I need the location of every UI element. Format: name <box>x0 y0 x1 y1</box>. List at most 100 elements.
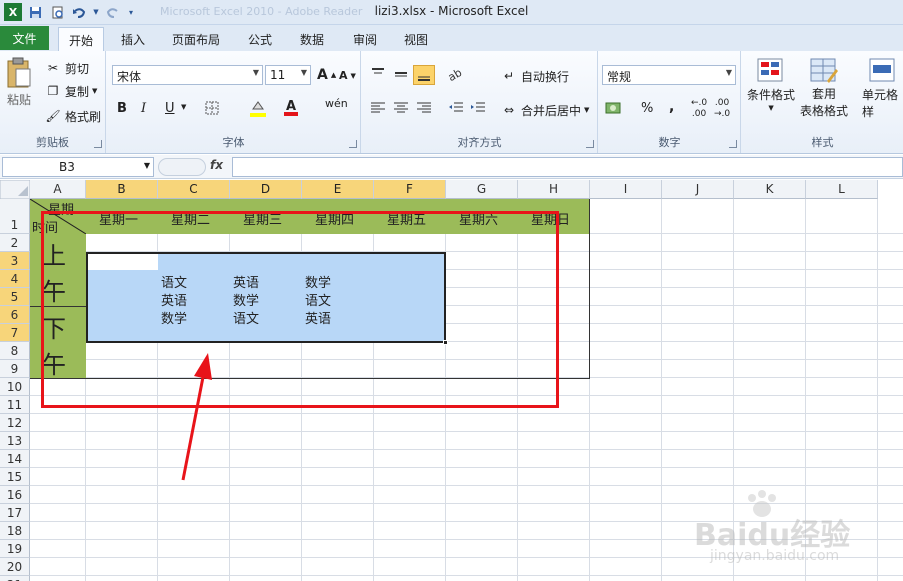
align-center-icon[interactable] <box>393 101 409 115</box>
column-header[interactable]: D <box>230 180 302 199</box>
fill-color-icon[interactable] <box>249 99 267 117</box>
row-header[interactable]: 15 <box>0 468 30 486</box>
gridline <box>30 467 903 468</box>
tab-data[interactable]: 数据 <box>290 27 334 51</box>
row-header[interactable]: 21 <box>0 576 30 581</box>
copy-icon: ❐ <box>47 84 59 98</box>
number-format-select[interactable]: 常规 ▼ <box>602 65 736 85</box>
conditional-formatting-button[interactable]: 条件格式 ▼ <box>747 57 795 112</box>
row-header[interactable]: 9 <box>0 360 30 378</box>
baidu-watermark-logo: Baidu经验 jingyan.baidu.com <box>690 490 890 580</box>
format-as-table-button[interactable]: 套用 表格格式 <box>800 57 848 119</box>
scissors-icon: ✂ <box>47 61 59 75</box>
align-left-icon[interactable] <box>370 101 386 115</box>
increase-decimal-icon[interactable]: ←.0.00 <box>691 99 707 119</box>
column-header[interactable]: C <box>158 180 230 199</box>
worksheet-grid[interactable]: ABCDEFGHIJKL 1 2 3 4 5 6 7 8 9 10 11 12 13 14 15 16 17 18… <box>0 180 903 581</box>
font-name-select[interactable]: 宋体 ▼ <box>112 65 263 85</box>
column-header[interactable]: E <box>302 180 374 199</box>
row-header[interactable]: 2 <box>0 234 30 252</box>
accounting-format-icon[interactable] <box>605 101 623 115</box>
row-header[interactable]: 5 <box>0 288 30 306</box>
column-header[interactable]: L <box>806 180 878 199</box>
align-right-icon[interactable] <box>416 101 432 115</box>
name-box[interactable]: B3 ▼ <box>2 157 154 177</box>
column-header[interactable]: K <box>734 180 806 199</box>
copy-button[interactable]: ❐ 复制 ▼ <box>44 82 98 100</box>
orientation-icon[interactable]: ab <box>448 67 470 81</box>
column-header[interactable]: A <box>30 180 86 199</box>
clipboard-group-label: 剪贴板 <box>36 136 69 149</box>
italic-button[interactable]: I <box>141 101 146 116</box>
chevron-down-icon: ▼ <box>768 104 774 112</box>
row-header[interactable]: 16 <box>0 486 30 504</box>
tab-home[interactable]: 开始 <box>58 27 105 51</box>
borders-icon[interactable] <box>205 101 219 115</box>
row-header[interactable]: 3 <box>0 252 30 270</box>
cut-label: 剪切 <box>65 61 90 76</box>
dialog-launcher-icon[interactable] <box>729 140 737 148</box>
annotation-arrow-icon <box>181 353 212 481</box>
column-header[interactable]: G <box>446 180 518 199</box>
tab-insert[interactable]: 插入 <box>111 27 155 51</box>
row-header[interactable]: 7 <box>0 324 30 342</box>
row-header[interactable]: 6 <box>0 306 30 324</box>
row-header[interactable]: 4 <box>0 270 30 288</box>
chevron-down-icon[interactable]: ▼ <box>181 103 186 111</box>
bold-button[interactable]: B <box>117 101 127 116</box>
paintbrush-icon: 🖌 <box>45 109 61 123</box>
underline-button[interactable]: U <box>165 101 175 116</box>
row-header[interactable]: 12 <box>0 414 30 432</box>
tab-page-layout[interactable]: 页面布局 <box>162 27 230 51</box>
column-header[interactable]: H <box>518 180 590 199</box>
format-painter-button[interactable]: 🖌 格式刷 <box>44 107 101 125</box>
wrap-text-button[interactable]: ↵ 自动换行 <box>500 67 569 85</box>
column-header[interactable]: B <box>86 180 158 199</box>
row-header[interactable]: 13 <box>0 432 30 450</box>
formula-input[interactable] <box>232 157 903 177</box>
column-header[interactable]: F <box>374 180 446 199</box>
tab-review[interactable]: 审阅 <box>343 27 387 51</box>
increase-indent-icon[interactable] <box>470 101 486 115</box>
tab-view[interactable]: 视图 <box>394 27 438 51</box>
percent-style-button[interactable]: % <box>641 101 653 116</box>
column-header[interactable]: J <box>662 180 734 199</box>
shrink-font-icon[interactable]: A ▼ <box>339 69 356 82</box>
phonetic-guide-icon[interactable]: wén <box>325 97 348 110</box>
format-as-table-label-2: 表格格式 <box>800 104 849 118</box>
row-header[interactable]: 1 <box>0 199 30 234</box>
dialog-launcher-icon[interactable] <box>349 140 357 148</box>
font-color-icon[interactable]: A <box>283 98 299 116</box>
row-header[interactable]: 11 <box>0 396 30 414</box>
row-header[interactable]: 18 <box>0 522 30 540</box>
row-header[interactable]: 19 <box>0 540 30 558</box>
grow-font-icon[interactable]: A ▲ <box>317 67 336 83</box>
gridline <box>30 449 903 450</box>
decrease-indent-icon[interactable] <box>448 101 464 115</box>
dialog-launcher-icon[interactable] <box>586 140 594 148</box>
tab-formulas[interactable]: 公式 <box>238 27 282 51</box>
comma-style-button[interactable]: , <box>669 99 674 115</box>
row-header[interactable]: 17 <box>0 504 30 522</box>
row-header[interactable]: 20 <box>0 558 30 576</box>
align-bottom-icon[interactable] <box>413 65 435 85</box>
tab-file[interactable]: 文件 <box>0 26 49 50</box>
row-header[interactable]: 8 <box>0 342 30 360</box>
chevron-down-icon: ▼ <box>300 68 307 77</box>
align-top-icon[interactable] <box>370 67 386 81</box>
insert-function-icon[interactable]: fx <box>210 158 223 172</box>
styles-group: 条件格式 ▼ 套用 表格格式 单元格样 样式 <box>742 51 903 153</box>
align-middle-icon[interactable] <box>393 67 409 81</box>
row-header[interactable]: 14 <box>0 450 30 468</box>
font-size-select[interactable]: 11 ▼ <box>265 65 311 85</box>
decrease-decimal-icon[interactable]: .00 →.0 <box>714 99 730 119</box>
merge-center-button[interactable]: ⇔ 合并后居中 ▼ <box>500 101 589 119</box>
row-header[interactable]: 10 <box>0 378 30 396</box>
cell-styles-button[interactable]: 单元格样 <box>862 57 903 120</box>
formula-bar-splitter[interactable] <box>158 158 206 176</box>
dialog-launcher-icon[interactable] <box>94 140 102 148</box>
cut-button[interactable]: ✂ 剪切 <box>44 59 89 77</box>
paste-button[interactable]: 粘贴 <box>6 57 32 108</box>
wrap-text-label: 自动换行 <box>521 69 570 84</box>
column-header[interactable]: I <box>590 180 662 199</box>
